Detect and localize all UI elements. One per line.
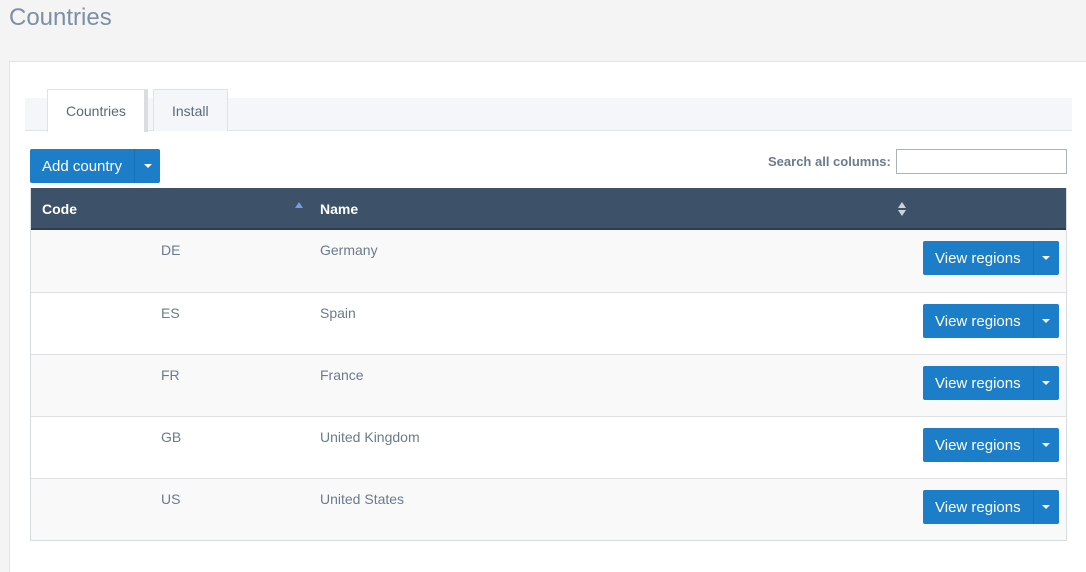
sort-ascending-icon: [295, 202, 303, 208]
countries-table: Code Name DE Germany View regions ES Spain Vi…: [30, 188, 1067, 541]
view-regions-button[interactable]: View regions: [923, 428, 1033, 462]
view-regions-button-group: View regions: [923, 428, 1059, 462]
country-code-cell: ES: [161, 305, 180, 321]
view-regions-dropdown-toggle[interactable]: [1032, 490, 1059, 524]
search-label: Search all columns:: [768, 154, 891, 169]
country-name-cell: Germany: [320, 242, 378, 258]
caret-down-icon: [1042, 381, 1051, 385]
add-country-button-group: Add country: [30, 149, 161, 183]
country-code-cell: GB: [161, 429, 182, 445]
add-country-dropdown-toggle[interactable]: [134, 149, 161, 183]
caret-down-icon: [143, 164, 152, 168]
view-regions-button[interactable]: View regions: [923, 241, 1033, 275]
table-row: GB United Kingdom View regions: [31, 416, 1066, 478]
page-title: Countries: [9, 4, 112, 31]
view-regions-button[interactable]: View regions: [923, 366, 1033, 400]
country-name-cell: France: [320, 367, 364, 383]
tab-install[interactable]: Install: [153, 89, 228, 131]
view-regions-dropdown-toggle[interactable]: [1032, 241, 1059, 275]
tab-countries[interactable]: Countries: [47, 89, 148, 132]
view-regions-button[interactable]: View regions: [923, 490, 1033, 524]
view-regions-button-group: View regions: [923, 241, 1059, 275]
table-row: US United States View regions: [31, 478, 1066, 540]
search-input[interactable]: [896, 149, 1067, 174]
table-row: ES Spain View regions: [31, 292, 1066, 354]
table-row: DE Germany View regions: [31, 230, 1066, 292]
column-header-code[interactable]: Code: [42, 201, 77, 217]
country-code-cell: US: [161, 491, 181, 507]
country-code-cell: FR: [161, 367, 180, 383]
view-regions-button-group: View regions: [923, 304, 1059, 338]
table-header: Code Name: [31, 188, 1066, 230]
tab-bar: Countries Install: [25, 89, 1072, 132]
view-regions-dropdown-toggle[interactable]: [1032, 428, 1059, 462]
view-regions-button-group: View regions: [923, 490, 1059, 524]
table-body: DE Germany View regions ES Spain View regions…: [31, 230, 1066, 540]
caret-down-icon: [1042, 319, 1051, 323]
country-name-cell: United Kingdom: [320, 429, 420, 445]
country-code-cell: DE: [161, 242, 181, 258]
view-regions-button-group: View regions: [923, 366, 1059, 400]
view-regions-dropdown-toggle[interactable]: [1032, 366, 1059, 400]
caret-down-icon: [1042, 256, 1051, 260]
sort-both-icon[interactable]: [898, 202, 906, 216]
view-regions-button[interactable]: View regions: [923, 304, 1033, 338]
add-country-button[interactable]: Add country: [30, 149, 135, 183]
caret-down-icon: [1042, 443, 1051, 447]
country-name-cell: Spain: [320, 305, 356, 321]
view-regions-dropdown-toggle[interactable]: [1032, 304, 1059, 338]
caret-down-icon: [1042, 505, 1051, 509]
country-name-cell: United States: [320, 491, 405, 507]
content-panel: Countries Install Add country Search all…: [9, 61, 1086, 572]
column-header-name[interactable]: Name: [320, 201, 358, 217]
table-row: FR France View regions: [31, 354, 1066, 416]
